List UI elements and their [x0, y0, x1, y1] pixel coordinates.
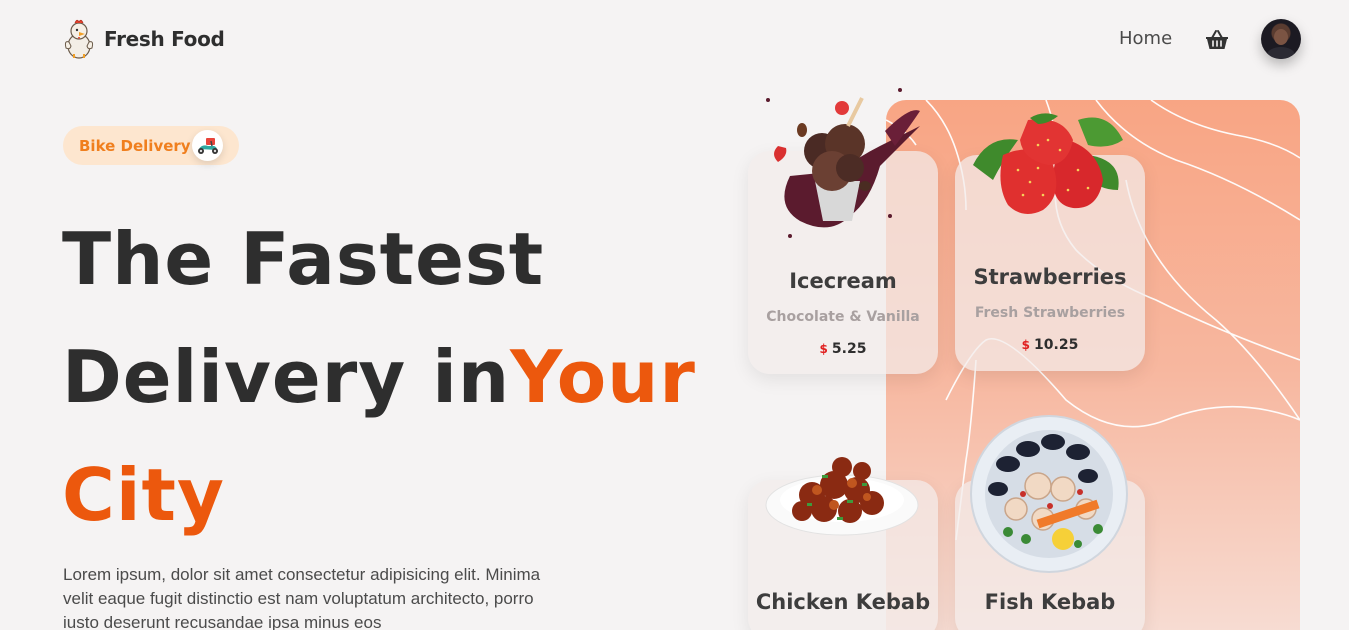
badge-label: Bike Delivery: [79, 136, 191, 155]
headline-plain: Delivery in: [62, 335, 511, 419]
avatar-face: [1274, 29, 1288, 45]
card-subtitle: Fresh Strawberries: [974, 305, 1126, 321]
fish-kebab-image: [970, 415, 1128, 573]
card-title: Chicken Kebab: [755, 590, 931, 614]
headline-line-1: The Fastest: [62, 217, 545, 301]
card-price: $10.25: [955, 337, 1145, 353]
brand-name: Fresh Food: [104, 27, 225, 51]
strawberries-image: [973, 113, 1123, 214]
chicken-kebab-image: [765, 457, 919, 536]
hero-description: Lorem ipsum, dolor sit amet consectetur …: [63, 565, 541, 630]
card-title: Fish Kebab: [984, 590, 1116, 614]
card-title: Icecream: [789, 269, 897, 293]
card-title: Strawberries: [973, 265, 1127, 289]
hero-headline: The Fastest Delivery inYour City: [62, 200, 696, 554]
user-avatar[interactable]: [1261, 19, 1301, 59]
headline-line-2: Delivery inYour: [62, 318, 696, 436]
headline-accent-your: Your: [510, 335, 696, 419]
currency-symbol: $: [819, 342, 828, 356]
header: Fresh Food Home: [0, 0, 1349, 80]
nav-home-link[interactable]: Home: [1119, 28, 1172, 49]
basket-icon[interactable]: [1205, 29, 1229, 51]
price-value: 10.25: [1034, 337, 1079, 353]
currency-symbol: $: [1021, 338, 1031, 352]
price-value: 5.25: [831, 341, 867, 357]
avatar-body: [1267, 47, 1295, 59]
card-subtitle: Chocolate & Vanilla: [766, 309, 920, 325]
chicken-logo-icon: [64, 19, 94, 59]
bike-delivery-badge: Bike Delivery: [63, 126, 239, 165]
icecream-image: [766, 88, 920, 238]
headline-accent-city: City: [62, 453, 225, 537]
brand[interactable]: Fresh Food: [62, 18, 225, 60]
card-price: $5.25: [748, 341, 938, 357]
scooter-icon: [192, 130, 223, 161]
